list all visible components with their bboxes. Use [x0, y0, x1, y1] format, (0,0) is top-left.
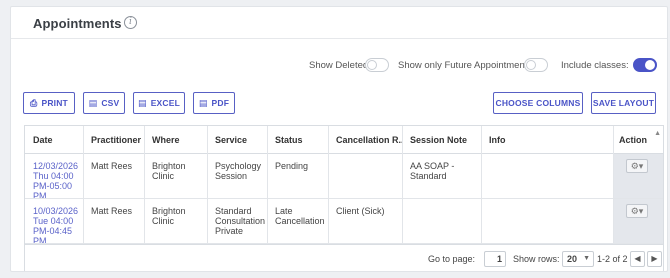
printer-icon: ⎙	[30, 97, 38, 108]
scroll-up-icon[interactable]: ▲	[654, 130, 661, 137]
page-range: 1-2 of 2	[597, 254, 628, 264]
header-date[interactable]: Date	[33, 135, 53, 145]
row-actions-gear-icon[interactable]: ⚙▾	[626, 204, 648, 218]
cell-where: Brighton Clinic	[152, 161, 186, 181]
toggle-knob	[645, 60, 655, 70]
go-to-page-label: Go to page:	[428, 254, 476, 264]
excel-label: EXCEL	[150, 98, 181, 108]
prev-page-button[interactable]: ◀	[630, 251, 645, 267]
csv-button[interactable]: ▤ CSV	[83, 92, 125, 114]
include-classes-toggle[interactable]	[633, 58, 657, 72]
file-icon: ▤	[198, 97, 208, 108]
toggle-knob	[526, 60, 536, 70]
choose-columns-label: CHOOSE COLUMNS	[495, 98, 581, 108]
chevron-right-icon: ▶	[651, 254, 658, 263]
cell-where: Brighton Clinic	[152, 206, 186, 226]
info-icon[interactable]: i	[124, 16, 137, 29]
save-layout-button[interactable]: SAVE LAYOUT	[591, 92, 656, 114]
chevron-left-icon: ◀	[634, 254, 641, 263]
cell-cancellation-reason: Client (Sick)	[336, 206, 385, 216]
row-actions-gear-icon[interactable]: ⚙▾	[626, 159, 648, 173]
cell-practitioner: Matt Rees	[91, 161, 133, 171]
toggle-knob	[367, 60, 377, 70]
header-service[interactable]: Service	[215, 135, 247, 145]
cell-service: Standard Consultation Private	[215, 206, 265, 236]
cell-status: Pending	[275, 161, 309, 171]
file-icon: ▤	[88, 97, 98, 108]
header-cancellation-reason[interactable]: Cancellation R...	[336, 135, 402, 145]
print-label: PRINT	[41, 98, 68, 108]
table-row[interactable]: 12/03/2026 Thu 04:00 PM-05:00 PM Matt Re…	[25, 154, 663, 199]
future-only-label: Show only Future Appointments:	[398, 60, 535, 71]
csv-label: CSV	[101, 98, 120, 108]
excel-button[interactable]: ▤ EXCEL	[133, 92, 185, 114]
file-icon: ▤	[137, 97, 147, 108]
header-status[interactable]: Status	[275, 135, 303, 145]
show-deleted-toggle[interactable]	[365, 58, 389, 72]
table-row[interactable]: 10/03/2026 Tue 04:00 PM-04:45 PM Matt Re…	[25, 199, 663, 244]
header-where[interactable]: Where	[152, 135, 180, 145]
show-rows-label: Show rows:	[513, 254, 560, 264]
panel-header: Appointments i	[11, 7, 667, 39]
header-info[interactable]: Info	[489, 135, 506, 145]
cell-date[interactable]: 10/03/2026 Tue 04:00 PM-04:45 PM	[33, 206, 79, 243]
rows-per-page-select[interactable]: 20 ▼	[562, 251, 594, 267]
pdf-button[interactable]: ▤ PDF	[193, 92, 235, 114]
appointments-table: Date Practitioner Where Service Status C…	[24, 125, 664, 271]
panel-title: Appointments	[33, 16, 122, 31]
cell-date[interactable]: 12/03/2026 Thu 04:00 PM-05:00 PM	[33, 161, 79, 198]
save-layout-label: SAVE LAYOUT	[592, 98, 655, 108]
next-page-button[interactable]: ▶	[647, 251, 662, 267]
cell-status: Late Cancellation	[275, 206, 325, 226]
cell-session-note: AA SOAP - Standard	[410, 161, 455, 181]
header-action: Action	[619, 135, 647, 145]
chevron-down-icon: ▼	[583, 255, 590, 262]
header-practitioner[interactable]: Practitioner	[91, 135, 141, 145]
page-number-input[interactable]: 1	[484, 251, 506, 267]
cell-practitioner: Matt Rees	[91, 206, 133, 216]
pdf-label: PDF	[211, 98, 230, 108]
show-deleted-label: Show Deleted	[309, 60, 369, 71]
future-only-toggle[interactable]	[524, 58, 548, 72]
filter-toggles: Show Deleted Show only Future Appointmen…	[309, 58, 659, 74]
pager: Go to page: 1 Show rows: 20 ▼ 1-2 of 2 ◀…	[25, 244, 663, 271]
cell-service: Psychology Session	[215, 161, 262, 181]
rows-per-page-value: 20	[567, 254, 578, 264]
include-classes-label: Include classes:	[561, 60, 629, 71]
print-button[interactable]: ⎙ PRINT	[23, 92, 75, 114]
choose-columns-button[interactable]: CHOOSE COLUMNS	[493, 92, 583, 114]
header-session-note[interactable]: Session Note	[410, 135, 467, 145]
appointments-panel: Appointments i Show Deleted Show only Fu…	[10, 6, 668, 272]
table-header: Date Practitioner Where Service Status C…	[25, 126, 663, 154]
